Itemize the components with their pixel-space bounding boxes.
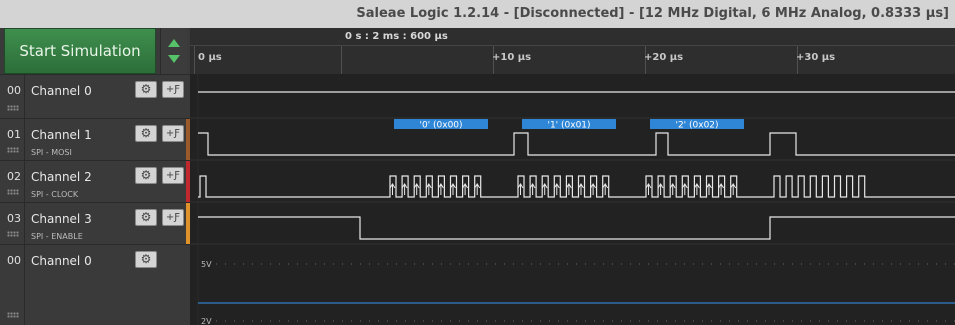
channel-row-3[interactable]: 03 Channel 3 SPI - ENABLE ⚙ +Ƒ <box>0 202 190 244</box>
clock-edge-arrow <box>669 183 676 195</box>
gear-icon[interactable]: ⚙ <box>135 125 157 142</box>
clock-edge-arrow <box>657 183 664 195</box>
waveform-canvas[interactable]: '0' (0x00) '1' (0x01) '2' (0x02) 5V 2V <box>190 74 955 325</box>
clock-edge-arrow <box>413 183 420 195</box>
decode-label: '2' (0x02) <box>675 121 718 131</box>
channel-row-0[interactable]: 00 Channel 0 ⚙ +Ƒ <box>0 74 190 118</box>
clock-edge-arrow <box>681 183 688 195</box>
trigger-icon[interactable]: +Ƒ <box>162 209 184 226</box>
timeline-tick: +30 µs <box>796 52 836 63</box>
clock-edge-arrow <box>578 183 584 195</box>
channel-name[interactable]: Channel 0 <box>31 254 92 268</box>
clock-edge-arrow <box>565 183 572 195</box>
channel-number: 03 <box>7 212 21 225</box>
clock-edge-arrow <box>517 183 524 195</box>
clock-edge-arrow <box>401 183 408 195</box>
channel-number: 01 <box>7 128 21 141</box>
grip-icon[interactable] <box>7 231 19 237</box>
channel-analyzer-label: SPI - MOSI <box>31 148 72 157</box>
channel-row-2[interactable]: 02 Channel 2 SPI - CLOCK ⚙ +Ƒ <box>0 160 190 202</box>
gear-icon[interactable]: ⚙ <box>135 167 157 184</box>
title-bar: Saleae Logic 1.2.14 - [Disconnected] - [… <box>0 0 955 29</box>
channel-number: 00 <box>7 84 21 97</box>
trigger-icon[interactable]: +Ƒ <box>162 81 184 98</box>
trigger-icon[interactable]: +Ƒ <box>162 125 184 142</box>
decode-label: '0' (0x00) <box>419 121 462 131</box>
clock-edge-arrow <box>693 183 700 195</box>
channel-number: 02 <box>7 170 21 183</box>
clock-edge-arrow <box>706 183 712 195</box>
channel-row-1[interactable]: 01 Channel 1 SPI - MOSI ⚙ +Ƒ <box>0 118 190 160</box>
timeline-tick: +10 µs <box>492 52 532 63</box>
timeline-position: 0 s : 2 ms : 600 µs <box>345 31 448 42</box>
channel-analyzer-label: SPI - ENABLE <box>31 232 83 241</box>
mosi-wave <box>198 132 955 156</box>
clock-edge-arrow <box>437 183 444 195</box>
grip-icon[interactable] <box>7 147 19 153</box>
channel-number: 00 <box>7 254 21 267</box>
grip-icon[interactable] <box>7 312 19 318</box>
gear-icon[interactable]: ⚙ <box>135 209 157 226</box>
channel-name[interactable]: Channel 1 <box>31 128 92 142</box>
clock-wave <box>198 175 955 198</box>
trigger-icon[interactable]: +Ƒ <box>162 167 184 184</box>
clock-edge-arrow <box>602 183 609 195</box>
clock-edge-arrow <box>450 183 456 195</box>
clock-edge-arrow <box>541 183 548 195</box>
start-simulation-button[interactable]: Start Simulation <box>4 28 156 74</box>
channel-name[interactable]: Channel 0 <box>31 84 92 98</box>
arrow-up-icon[interactable] <box>168 39 180 47</box>
clock-edge-arrow <box>529 183 536 195</box>
analog-top-label: 5V <box>201 260 212 269</box>
clock-edge-arrow <box>730 183 737 195</box>
clock-edge-arrow <box>590 183 597 195</box>
channel-name[interactable]: Channel 3 <box>31 212 92 226</box>
timeline-tick: 0 µs <box>198 52 222 63</box>
clock-edge-arrow <box>553 183 560 195</box>
clock-edge-markers <box>389 183 737 195</box>
channel-analyzer-label: SPI - CLOCK <box>31 190 79 199</box>
start-options-toggle[interactable] <box>160 28 187 74</box>
timeline-tick: +20 µs <box>644 52 684 63</box>
decode-label: '1' (0x01) <box>547 121 590 131</box>
clock-edge-arrow <box>645 183 652 195</box>
timeline-header[interactable]: 0 s : 2 ms : 600 µs 0 µs +10 µs +20 µs +… <box>190 28 955 74</box>
clock-edge-arrow <box>425 183 432 195</box>
clock-edge-arrow <box>474 183 481 195</box>
window-title: Saleae Logic 1.2.14 - [Disconnected] - [… <box>356 6 949 21</box>
clock-edge-arrow <box>389 183 396 195</box>
clock-edge-arrow <box>718 183 725 195</box>
channel-row-analog[interactable]: 00 Channel 0 ⚙ <box>0 244 190 325</box>
grip-icon[interactable] <box>7 189 19 195</box>
arrow-down-icon[interactable] <box>168 55 180 63</box>
grip-icon[interactable] <box>7 105 19 111</box>
gear-icon[interactable]: ⚙ <box>135 81 157 98</box>
channel-name[interactable]: Channel 2 <box>31 170 92 184</box>
gear-icon[interactable]: ⚙ <box>135 251 157 268</box>
clock-edge-arrow <box>462 183 469 195</box>
analog-bottom-label: 2V <box>201 317 212 325</box>
enable-wave <box>198 216 955 240</box>
